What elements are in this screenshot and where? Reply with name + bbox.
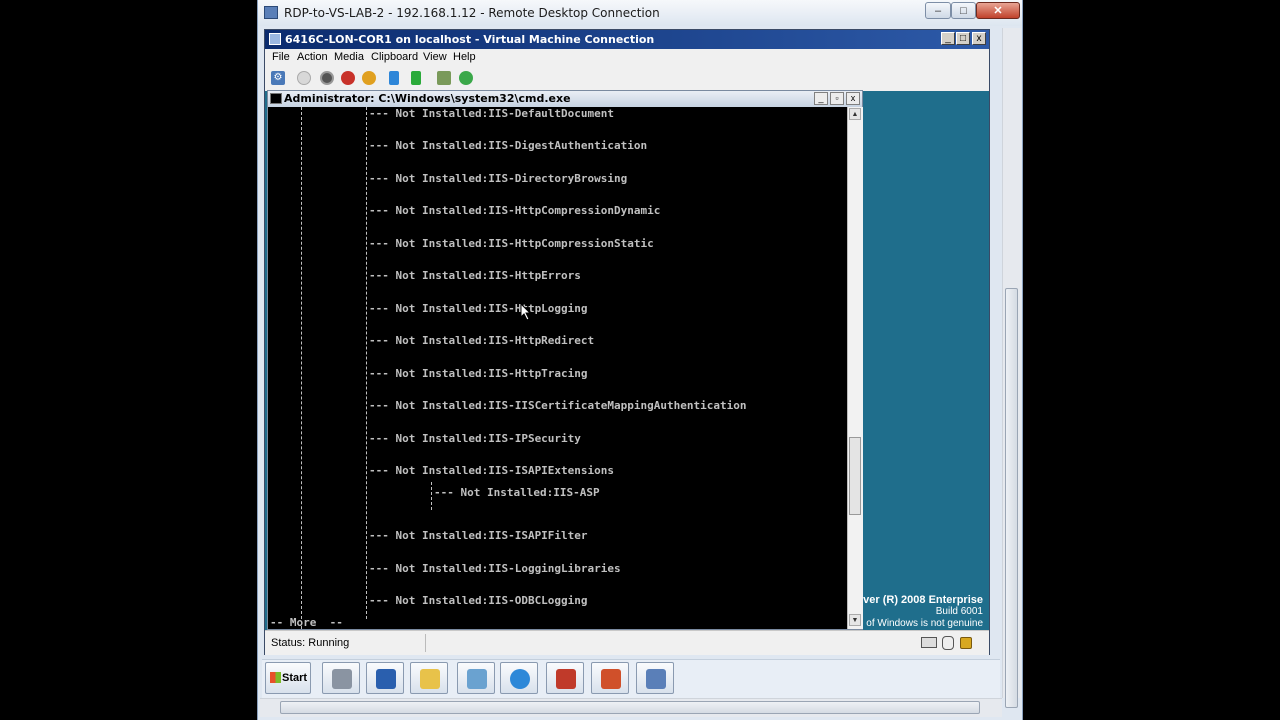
menu-file[interactable]: File (272, 51, 290, 63)
keyboard-icon (921, 637, 937, 648)
console-line: --- Not Installed:IIS-ISAPIFilter (369, 529, 588, 542)
vm-toolbar: ⚙ (265, 67, 989, 92)
mouse-cursor-icon (520, 303, 532, 321)
scroll-down-icon[interactable]: ▼ (849, 614, 861, 626)
console-sub-line: --- Not Installed:IIS-ASP (434, 486, 600, 499)
console-line: --- Not Installed:IIS-DigestAuthenticati… (369, 139, 648, 152)
resume-icon[interactable] (411, 71, 421, 85)
powerpoint-icon (601, 669, 621, 689)
rdp-horizontal-scrollbar[interactable] (260, 698, 1002, 717)
cmd-title-bar[interactable]: Administrator: C:\Windows\system32\cmd.e… (268, 91, 862, 107)
network-icon (467, 669, 487, 689)
console-line: --- Not Installed:IIS-ISAPIExtensions (369, 464, 615, 477)
status-divider (425, 634, 426, 652)
taskbar-server-manager[interactable] (322, 662, 360, 694)
console-line: --- Not Installed:IIS-DefaultDocument (369, 107, 615, 120)
cmd-window: Administrator: C:\Windows\system32\cmd.e… (267, 90, 863, 630)
taskbar-network[interactable] (457, 662, 495, 694)
console-line: --- Not Installed:IIS-HttpErrors (369, 269, 581, 282)
save-state-icon[interactable] (362, 71, 376, 85)
pause-icon[interactable] (389, 71, 399, 85)
vm-app-icon (269, 33, 281, 45)
rdp-maximize-button[interactable]: □ (951, 2, 976, 19)
taskbar-powerpoint[interactable] (591, 662, 629, 694)
menu-clipboard[interactable]: Clipboard (371, 51, 418, 63)
brand-genuine: of Windows is not genuine (866, 618, 983, 629)
console-line: --- Not Installed:IIS-ODBCLogging (369, 594, 588, 607)
ie-icon (510, 669, 530, 689)
console-line: --- Not Installed:IIS-HttpCompressionSta… (369, 237, 654, 250)
vm-title-bar[interactable]: 6416C-LON-COR1 on localhost - Virtual Ma… (265, 30, 989, 49)
console-line: --- Not Installed:IIS-HttpLogging (369, 302, 588, 315)
taskbar-powershell[interactable] (366, 662, 404, 694)
scroll-up-icon[interactable]: ▲ (849, 108, 861, 120)
cmd-close-button[interactable]: x (846, 92, 860, 105)
revert-icon[interactable] (459, 71, 473, 85)
start-label: Start (282, 672, 308, 684)
console-line: --- Not Installed:IIS-IISCertificateMapp… (369, 399, 747, 412)
cmd-icon (270, 93, 282, 104)
console-line: --- Not Installed:IIS-IPSecurity (369, 432, 581, 445)
vm-menu-bar: File Action Media Clipboard View Help (265, 49, 989, 67)
console-line: --- Not Installed:IIS-HttpRedirect (369, 334, 595, 347)
cmd-title-text: Administrator: C:\Windows\system32\cmd.e… (284, 92, 571, 105)
tree-line-outer (301, 107, 302, 629)
windows-logo-icon (270, 672, 281, 683)
vm-status-bar: Status: Running (265, 630, 989, 655)
vm-minimize-button[interactable]: _ (941, 32, 955, 45)
cmd-console-output[interactable]: --- Not Installed:IIS-DefaultDocument --… (268, 107, 846, 629)
taskbar-ie[interactable] (500, 662, 538, 694)
toolbox-icon (556, 669, 576, 689)
tree-line-inner (366, 107, 367, 619)
taskbar-remote-desktop[interactable] (636, 662, 674, 694)
snapshot-icon[interactable] (437, 71, 451, 85)
mouse-icon (942, 636, 954, 650)
console-line: --- Not Installed:IIS-DirectoryBrowsing (369, 172, 628, 185)
cmd-vertical-scrollbar[interactable]: ▲ ▼ (847, 107, 863, 629)
vm-connection-window: 6416C-LON-COR1 on localhost - Virtual Ma… (264, 29, 990, 655)
vm-status-text: Status: Running (271, 637, 350, 649)
taskbar-explorer[interactable] (410, 662, 448, 694)
rdp-app-icon (264, 6, 278, 19)
start-vm-icon[interactable] (297, 71, 311, 85)
cmd-minimize-button[interactable]: _ (814, 92, 828, 105)
menu-media[interactable]: Media (334, 51, 364, 63)
console-more-prompt: -- More -- (270, 616, 343, 629)
cmd-scroll-thumb[interactable] (849, 437, 861, 515)
start-button[interactable]: Start (265, 662, 311, 694)
vm-maximize-button[interactable]: □ (956, 32, 970, 45)
brand-build: Build 6001 (935, 606, 983, 617)
rdp-title-text: RDP-to-VS-LAB-2 - 192.168.1.12 - Remote … (284, 6, 660, 20)
brand-edition: ver (R) 2008 Enterprise (863, 594, 983, 606)
powershell-icon (376, 669, 396, 689)
rdp-hscroll-thumb[interactable] (280, 701, 980, 714)
rdp-minimize-button[interactable]: – (925, 2, 951, 19)
lock-icon (960, 637, 972, 649)
tree-line-sub (431, 482, 432, 510)
shutdown-icon[interactable] (341, 71, 355, 85)
rdp-vscroll-thumb[interactable] (1005, 288, 1018, 708)
turn-off-icon[interactable] (320, 71, 334, 85)
ctrl-alt-del-icon[interactable]: ⚙ (271, 71, 285, 85)
explorer-icon (420, 669, 440, 689)
menu-action[interactable]: Action (297, 51, 328, 63)
menu-help[interactable]: Help (453, 51, 476, 63)
rdp-close-button[interactable]: ✕ (976, 2, 1020, 19)
console-line: --- Not Installed:IIS-HttpCompressionDyn… (369, 204, 661, 217)
server-manager-icon (332, 669, 352, 689)
vm-close-button[interactable]: x (972, 32, 986, 45)
remote-desktop-icon (646, 669, 666, 689)
rdp-title-bar[interactable]: RDP-to-VS-LAB-2 - 192.168.1.12 - Remote … (258, 0, 1022, 26)
console-line: --- Not Installed:IIS-HttpTracing (369, 367, 588, 380)
windows-branding: ver (R) 2008 Enterprise Build 6001 of Wi… (863, 594, 983, 630)
rdp-vertical-scrollbar[interactable] (1002, 28, 1021, 708)
vm-title-text: 6416C-LON-COR1 on localhost - Virtual Ma… (285, 33, 655, 46)
taskbar-toolbox[interactable] (546, 662, 584, 694)
menu-view[interactable]: View (423, 51, 447, 63)
cmd-restore-button[interactable]: ▫ (830, 92, 844, 105)
host-taskbar: Start (262, 659, 1000, 698)
console-line: --- Not Installed:IIS-LoggingLibraries (369, 562, 621, 575)
